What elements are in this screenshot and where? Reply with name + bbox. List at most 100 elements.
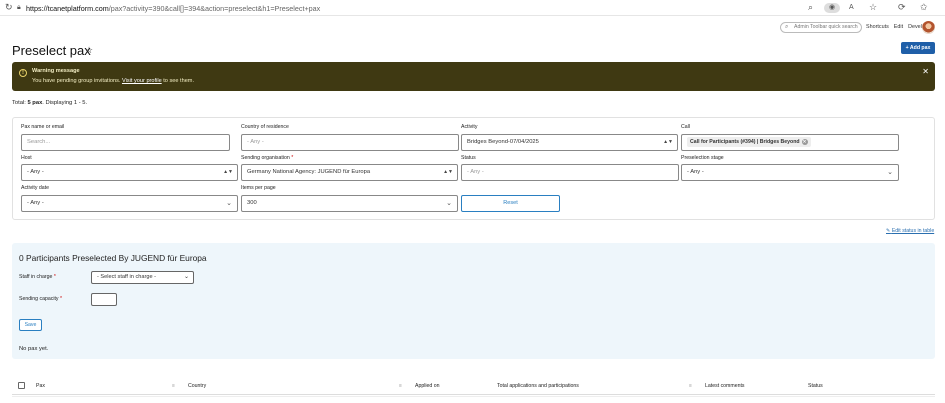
sending-org-select[interactable]: Germany National Agency: JUGEND für Euro… bbox=[241, 164, 458, 181]
items-per-page-select[interactable]: 300 ⌄ bbox=[241, 195, 458, 212]
url-domain: https://tcanetplatform.com bbox=[26, 3, 109, 13]
preselect-panel: 0 Participants Preselected By JUGEND für… bbox=[12, 243, 935, 359]
sending-org-label: Sending organisation * bbox=[241, 155, 293, 161]
pax-name-placeholder: Search... bbox=[27, 139, 51, 145]
status-select[interactable]: - Any - bbox=[461, 164, 679, 181]
activity-date-label: Activity date bbox=[21, 185, 49, 191]
status-value: - Any - bbox=[467, 169, 484, 175]
column-total-applications[interactable]: Total applications and participations ≡ bbox=[497, 383, 692, 389]
warning-text: You have pending group invitations. Visi… bbox=[32, 78, 194, 84]
chevron-down-icon: ⌄ bbox=[887, 169, 893, 176]
warning-title: Warning message bbox=[32, 68, 80, 74]
empty-state-text: No pax yet. bbox=[19, 346, 49, 352]
admin-link-edit[interactable]: Edit bbox=[894, 24, 903, 30]
chevron-down-icon: ⌄ bbox=[446, 200, 452, 207]
country-select[interactable]: - Any - bbox=[241, 134, 459, 151]
column-country[interactable]: Country ≡ bbox=[188, 383, 402, 389]
column-country-label: Country bbox=[188, 383, 207, 389]
preselection-label: Preselection stage bbox=[681, 155, 724, 161]
sending-org-value: Germany National Agency: JUGEND für Euro… bbox=[247, 169, 371, 175]
avatar[interactable] bbox=[922, 21, 935, 34]
activity-date-select[interactable]: - Any - ⌄ bbox=[21, 195, 238, 212]
select-all-checkbox[interactable] bbox=[18, 382, 25, 389]
preselect-heading: 0 Participants Preselected By JUGEND für… bbox=[19, 253, 207, 263]
edit-status-link[interactable]: ✎ Edit status in table bbox=[886, 228, 934, 234]
admin-links: Shortcuts Edit Devel bbox=[866, 24, 922, 30]
warning-message: ! Warning message You have pending group… bbox=[12, 62, 935, 91]
required-marker: * bbox=[59, 296, 62, 302]
pax-name-label: Pax name or email bbox=[21, 124, 65, 130]
table-row bbox=[12, 396, 935, 403]
search-icon: ⌕ bbox=[785, 24, 789, 30]
edit-icon: ✎ bbox=[886, 228, 891, 234]
status-label: Status bbox=[461, 155, 476, 161]
items-per-page-label: Items per page bbox=[241, 185, 276, 191]
activity-label: Activity bbox=[461, 124, 478, 130]
sort-icon[interactable]: ≡ bbox=[689, 383, 692, 389]
host-value: - Any - bbox=[27, 169, 44, 175]
staff-label-text: Staff in charge bbox=[19, 274, 53, 280]
warning-icon: ! bbox=[19, 69, 27, 77]
preselection-select[interactable]: - Any - ⌄ bbox=[681, 164, 899, 181]
admin-link-shortcuts[interactable]: Shortcuts bbox=[866, 24, 889, 30]
admin-quick-search[interactable]: ⌕ Admin Toolbar quick search bbox=[780, 22, 862, 33]
activity-value: Bridges Beyond-07/04/2025 bbox=[467, 139, 539, 145]
admin-search-placeholder: Admin Toolbar quick search bbox=[794, 24, 858, 30]
chip-remove-icon[interactable]: ✕ bbox=[801, 139, 808, 145]
column-applied-on[interactable]: Applied on bbox=[415, 383, 440, 389]
zoom-icon[interactable]: ⌕ bbox=[808, 3, 813, 12]
filters-panel: Pax name or email Search... Country of r… bbox=[12, 117, 935, 220]
pax-name-input[interactable]: Search... bbox=[21, 134, 230, 151]
dropdown-arrow-icon: ▲▼ bbox=[443, 169, 453, 175]
activity-date-value: - Any - bbox=[27, 200, 44, 206]
read-aloud-icon[interactable]: A bbox=[849, 3, 854, 12]
table-header: Pax ≡ Country ≡ Applied on Total applicati… bbox=[12, 378, 935, 395]
column-status[interactable]: Status bbox=[808, 383, 823, 389]
warning-text-pre: You have pending group invitations. bbox=[32, 78, 122, 84]
activity-select[interactable]: Bridges Beyond-07/04/2025 ▲▼ bbox=[461, 134, 678, 151]
edit-status-label: Edit status in table bbox=[891, 228, 935, 234]
summary-suffix: . Displaying 1 - 5. bbox=[42, 100, 88, 106]
address-bar[interactable]: https://tcanetplatform.com/pax?activity=… bbox=[26, 2, 320, 14]
lock-icon[interactable]: 🔒︎ bbox=[17, 3, 21, 12]
save-button[interactable]: Save bbox=[19, 319, 42, 331]
reset-button[interactable]: Reset bbox=[461, 195, 560, 212]
staff-value: - Select staff in charge - bbox=[97, 274, 156, 280]
call-select[interactable]: Call for Participants (#394) | Bridges B… bbox=[681, 134, 899, 151]
reload-icon[interactable]: ↻ bbox=[5, 3, 13, 12]
sort-icon[interactable]: ≡ bbox=[399, 383, 402, 389]
page-title: Preselect pax bbox=[12, 43, 91, 58]
call-chip: Call for Participants (#394) | Bridges B… bbox=[687, 137, 811, 147]
sending-org-label-text: Sending organisation bbox=[241, 155, 290, 161]
country-label: Country of residence bbox=[241, 124, 289, 130]
favorites-icon[interactable]: ✩ bbox=[920, 3, 928, 12]
add-pax-button[interactable]: + Add pax bbox=[901, 42, 935, 54]
column-latest-comments-label: Latest comments bbox=[705, 383, 745, 389]
chevron-down-icon: ⌄ bbox=[226, 200, 232, 207]
call-chip-label: Call for Participants (#394) | Bridges B… bbox=[690, 139, 800, 145]
chevron-down-icon: ⌄ bbox=[183, 274, 189, 280]
star-icon[interactable]: ☆ bbox=[85, 45, 93, 56]
sending-capacity-input[interactable] bbox=[91, 293, 117, 306]
admin-link-devel[interactable]: Devel bbox=[908, 24, 922, 30]
column-latest-comments: Latest comments bbox=[705, 383, 745, 389]
host-select[interactable]: - Any - ▲▼ bbox=[21, 164, 238, 181]
dropdown-arrow-icon: ▲▼ bbox=[663, 139, 673, 145]
required-marker: * bbox=[291, 155, 294, 161]
summary-prefix: Total: bbox=[12, 100, 28, 106]
column-pax[interactable]: Pax ≡ bbox=[36, 383, 175, 389]
column-applied-on-label: Applied on bbox=[415, 383, 440, 389]
column-pax-label: Pax bbox=[36, 383, 45, 389]
call-label: Call bbox=[681, 124, 690, 130]
preselection-value: - Any - bbox=[687, 169, 704, 175]
favorite-star-icon[interactable]: ☆ bbox=[869, 3, 877, 12]
close-icon[interactable]: ✕ bbox=[922, 67, 929, 76]
tracking-prevention-icon[interactable]: ◉ bbox=[824, 3, 840, 13]
visit-profile-link[interactable]: Visit your profile bbox=[122, 78, 162, 84]
staff-select[interactable]: - Select staff in charge - ⌄ bbox=[91, 271, 194, 284]
extensions-icon[interactable]: ⟳ bbox=[898, 3, 906, 12]
summary-total: 5 pax bbox=[27, 100, 43, 106]
country-value: - Any - bbox=[247, 139, 264, 145]
sort-icon[interactable]: ≡ bbox=[172, 383, 175, 389]
results-summary: Total: 5 pax. Displaying 1 - 5. bbox=[12, 100, 87, 106]
